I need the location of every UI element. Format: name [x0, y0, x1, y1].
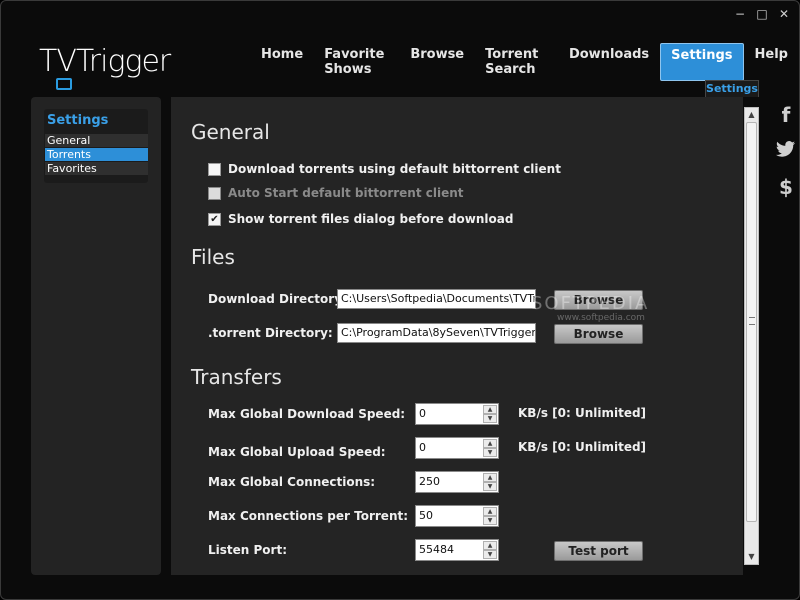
logo-trigger: Trigger	[75, 44, 171, 79]
stepper-value: 50	[419, 509, 433, 522]
scroll-down-arrow-icon[interactable]: ▼	[745, 550, 758, 564]
download-directory-label: Download Directory:	[208, 292, 347, 306]
torrent-directory-browse-button[interactable]: Browse	[554, 324, 643, 344]
option-label: Download torrents using default bittorre…	[228, 162, 561, 176]
sidebar-item-torrents[interactable]: Torrents	[45, 148, 148, 161]
nav-torrent-search[interactable]: Torrent Search	[475, 43, 558, 81]
max-download-speed-label: Max Global Download Speed:	[208, 407, 406, 421]
section-transfers-title: Transfers	[191, 365, 282, 389]
max-connections-per-torrent-stepper[interactable]: 50 ▲ ▼	[415, 505, 499, 527]
option-label: Show torrent files dialog before downloa…	[228, 212, 514, 226]
option-auto-start-client: Auto Start default bittorrent client	[208, 186, 464, 200]
stepper-down-icon[interactable]: ▼	[483, 448, 497, 457]
current-tab-label: Settings	[705, 80, 759, 97]
scroll-thumb[interactable]	[746, 122, 757, 522]
sidebar-item-general[interactable]: General	[45, 134, 148, 147]
sidebar-item-favorites[interactable]: Favorites	[45, 162, 148, 175]
max-upload-speed-stepper[interactable]: 0 ▲ ▼	[415, 437, 499, 459]
stepper-up-icon[interactable]: ▲	[483, 473, 497, 482]
checkbox	[208, 186, 221, 200]
nav-help[interactable]: Help	[745, 43, 798, 81]
max-connections-stepper[interactable]: 250 ▲ ▼	[415, 471, 499, 493]
max-upload-speed-label: Max Global Upload Speed:	[208, 445, 386, 459]
upload-unit-label: KB/s [0: Unlimited]	[518, 440, 647, 454]
stepper-up-icon[interactable]: ▲	[483, 541, 497, 550]
nav-home[interactable]: Home	[251, 43, 313, 81]
stepper-down-icon[interactable]: ▼	[483, 482, 497, 491]
nav-settings[interactable]: Settings	[660, 43, 744, 81]
watermark: SOFTPEDIA	[531, 293, 650, 314]
main-nav: Home Favorite Shows Browse Torrent Searc…	[251, 43, 799, 81]
stepper-up-icon[interactable]: ▲	[483, 405, 497, 414]
facebook-icon[interactable]: f	[782, 101, 791, 129]
sidebar-title: Settings	[47, 113, 109, 128]
vertical-scrollbar[interactable]: ▲ ▼	[744, 107, 759, 565]
nav-favorite-shows[interactable]: Favorite Shows	[314, 43, 399, 81]
download-directory-input[interactable]: C:\Users\Softpedia\Documents\TVTrigger	[337, 289, 536, 309]
checkbox[interactable]	[208, 162, 221, 176]
listen-port-stepper[interactable]: 55484 ▲ ▼	[415, 539, 499, 561]
stepper-value: 0	[419, 407, 426, 420]
stepper-down-icon[interactable]: ▼	[483, 414, 497, 423]
donate-icon[interactable]: $	[779, 173, 793, 201]
stepper-down-icon[interactable]: ▼	[483, 516, 497, 525]
option-download-default-client[interactable]: Download torrents using default bittorre…	[208, 162, 561, 176]
section-general-title: General	[191, 120, 270, 144]
maximize-icon[interactable]: □	[755, 7, 769, 21]
nav-browse[interactable]: Browse	[400, 43, 474, 81]
logo-tv: TV	[39, 44, 77, 90]
app-window: − □ ✕ TV Trigger Home Favorite Shows Bro…	[0, 0, 800, 600]
max-download-speed-stepper[interactable]: 0 ▲ ▼	[415, 403, 499, 425]
download-unit-label: KB/s [0: Unlimited]	[518, 406, 647, 420]
checkbox-checked[interactable]: ✔	[208, 212, 221, 226]
social-bar: f $	[773, 101, 799, 201]
close-icon[interactable]: ✕	[777, 7, 791, 21]
minimize-icon[interactable]: −	[733, 7, 747, 21]
max-connections-label: Max Global Connections:	[208, 475, 376, 489]
scroll-grip-icon	[749, 317, 755, 325]
stepper-down-icon[interactable]: ▼	[483, 550, 497, 559]
test-port-button[interactable]: Test port	[554, 541, 643, 561]
tv-icon	[56, 78, 72, 90]
listen-port-label: Listen Port:	[208, 543, 287, 557]
stepper-up-icon[interactable]: ▲	[483, 439, 497, 448]
stepper-value: 55484	[419, 543, 454, 556]
twitter-icon[interactable]	[776, 137, 796, 165]
watermark-url: www.softpedia.com	[557, 313, 645, 323]
nav-downloads[interactable]: Downloads	[559, 43, 659, 81]
scroll-up-arrow-icon[interactable]: ▲	[745, 108, 758, 122]
option-show-torrent-dialog[interactable]: ✔ Show torrent files dialog before downl…	[208, 212, 513, 226]
app-logo: TV Trigger	[39, 39, 171, 90]
torrent-directory-label: .torrent Directory:	[208, 326, 333, 340]
max-connections-per-torrent-label: Max Connections per Torrent:	[208, 509, 409, 523]
stepper-value: 250	[419, 475, 440, 488]
stepper-value: 0	[419, 441, 426, 454]
window-controls: − □ ✕	[733, 7, 791, 21]
torrent-directory-input[interactable]: C:\ProgramData\8ySeven\TVTrigger\Torrent…	[337, 323, 536, 343]
section-files-title: Files	[191, 245, 235, 269]
option-label: Auto Start default bittorrent client	[228, 186, 464, 200]
stepper-up-icon[interactable]: ▲	[483, 507, 497, 516]
